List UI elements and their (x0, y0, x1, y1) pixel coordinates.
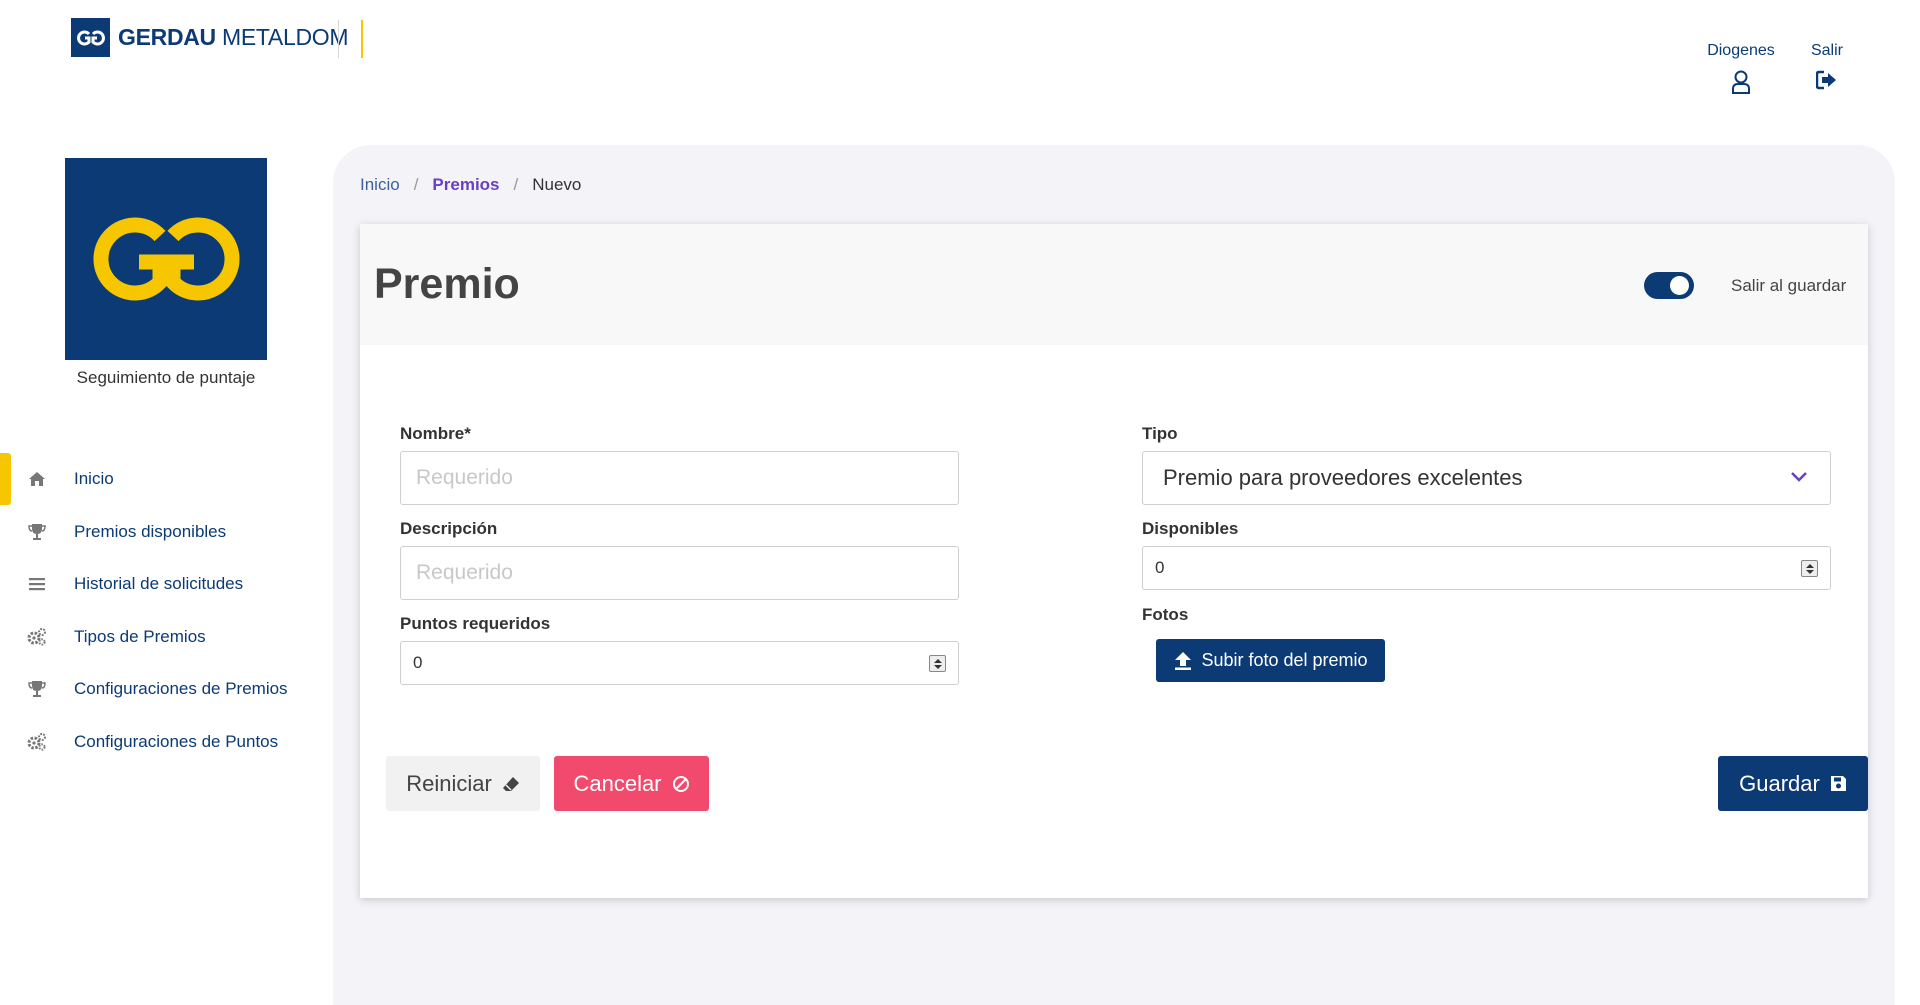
sidebar-item-label: Tipos de Premios (74, 626, 206, 646)
toggle-knob (1670, 276, 1689, 295)
sidebar-item-label: Inicio (74, 469, 114, 489)
app-subtitle: Seguimiento de puntaje (76, 368, 256, 387)
puntos-stepper[interactable] (929, 655, 946, 672)
descripcion-label: Descripción (400, 519, 498, 538)
cancel-label: Cancelar (573, 770, 662, 796)
list-icon (26, 573, 48, 595)
header-divider (338, 20, 339, 58)
gears-icon (26, 731, 48, 753)
puntos-label: Puntos requeridos (400, 614, 551, 633)
top-header: GERDAU METALDOM Diogenes Salir (0, 0, 1920, 120)
gerdau-large-logo-icon (65, 158, 267, 360)
sidebar-item-config-premios[interactable]: Configuraciones de Premios (0, 663, 330, 716)
sidebar-item-label: Configuraciones de Puntos (74, 731, 279, 751)
header-accent-divider (361, 20, 363, 58)
brand-name: GERDAU METALDOM (118, 24, 349, 50)
sidebar-item-label: Historial de solicitudes (74, 574, 244, 594)
tipo-select[interactable]: Premio para proveedores excelentes (1142, 451, 1831, 505)
logout-link[interactable]: Salir (1797, 42, 1857, 90)
upload-photo-button[interactable]: Subir foto del premio (1156, 639, 1385, 682)
sidebar-menu: Inicio Premios disponibles Historial de … (0, 453, 330, 768)
home-icon (26, 468, 48, 490)
sidebar-item-inicio[interactable]: Inicio (0, 453, 330, 506)
breadcrumb: Inicio / Premios / Nuevo (360, 175, 581, 195)
exit-on-save-label: Salir al guardar (1731, 276, 1847, 295)
upload-icon (1175, 651, 1192, 670)
gears-icon (26, 626, 48, 648)
user-name: Diogenes (1707, 42, 1775, 59)
logout-label: Salir (1810, 42, 1843, 59)
disponibles-stepper[interactable] (1801, 560, 1818, 577)
trophy-icon (26, 678, 48, 700)
save-button[interactable]: Guardar (1718, 756, 1868, 811)
brand-logo[interactable]: GERDAU METALDOM (71, 18, 349, 57)
chevron-down-icon (1791, 472, 1807, 482)
sidebar-item-historial[interactable]: Historial de solicitudes (0, 558, 330, 611)
disponibles-label: Disponibles (1142, 519, 1239, 538)
user-icon (1732, 70, 1750, 94)
sidebar-item-label: Premios disponibles (74, 521, 227, 541)
tipo-label: Tipo (1142, 424, 1178, 443)
premio-form-card: Premio Salir al guardar Nombre* Descripc… (360, 224, 1868, 898)
breadcrumb-premios-link[interactable]: Premios (432, 175, 499, 195)
reset-label: Reiniciar (406, 770, 492, 796)
sidebar: Seguimiento de puntaje Inicio Premios di… (0, 120, 330, 987)
disponibles-input[interactable]: 0 (1142, 546, 1831, 590)
trophy-icon (26, 521, 48, 543)
fotos-label: Fotos (1142, 605, 1189, 624)
tipo-selected-value: Premio para proveedores excelentes (1163, 465, 1523, 490)
disponibles-value: 0 (1155, 558, 1165, 577)
sidebar-item-premios-disponibles[interactable]: Premios disponibles (0, 506, 330, 559)
sidebar-item-tipos-premios[interactable]: Tipos de Premios (0, 611, 330, 664)
user-profile-link[interactable]: Diogenes (1706, 42, 1776, 94)
ban-icon (672, 775, 689, 792)
sidebar-item-label: Configuraciones de Premios (74, 679, 288, 699)
reset-button[interactable]: Reiniciar (386, 756, 540, 811)
breadcrumb-separator: / (413, 175, 419, 194)
cancel-button[interactable]: Cancelar (554, 756, 709, 811)
nombre-label: Nombre* (400, 424, 471, 443)
descripcion-input[interactable] (400, 546, 959, 600)
eraser-icon (502, 776, 519, 791)
sign-out-icon (1816, 70, 1836, 90)
breadcrumb-separator: / (513, 175, 519, 194)
puntos-requeridos-input[interactable]: 0 (400, 641, 959, 685)
save-icon (1830, 776, 1846, 791)
main-panel: Inicio / Premios / Nuevo Premio Salir al… (333, 145, 1895, 1005)
card-header: Premio Salir al guardar (360, 224, 1868, 345)
page-title: Premio (374, 260, 520, 308)
breadcrumb-home-link[interactable]: Inicio (360, 175, 400, 195)
upload-label: Subir foto del premio (1201, 650, 1368, 670)
gerdau-logo-icon (71, 18, 110, 57)
exit-on-save-toggle[interactable] (1644, 272, 1694, 299)
save-label: Guardar (1739, 770, 1820, 796)
breadcrumb-current: Nuevo (532, 175, 582, 194)
nombre-input[interactable] (400, 451, 959, 505)
puntos-value: 0 (413, 653, 423, 672)
sidebar-item-config-puntos[interactable]: Configuraciones de Puntos (0, 716, 330, 769)
